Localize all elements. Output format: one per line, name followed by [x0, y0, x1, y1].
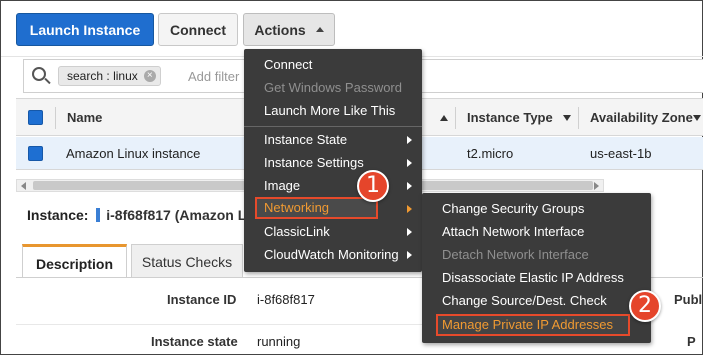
- column-header-instance-type[interactable]: Instance Type: [467, 110, 553, 125]
- field-label-private: P: [687, 334, 696, 349]
- menu-item-cloudwatch-monitoring[interactable]: CloudWatch Monitoring: [244, 244, 422, 266]
- field-value-instance-state: running: [257, 334, 301, 349]
- tab-description[interactable]: Description: [22, 244, 127, 278]
- submenu-item-detach-network-interface: Detach Network Interface: [442, 247, 589, 262]
- menu-item-connect[interactable]: Connect: [244, 54, 422, 76]
- tab-status-checks[interactable]: Status Checks: [131, 244, 243, 278]
- search-icon: [32, 67, 46, 81]
- field-label-instance-id: Instance ID: [167, 292, 237, 307]
- remove-token-icon[interactable]: ×: [143, 70, 156, 82]
- menu-item-networking[interactable]: Networking: [255, 197, 378, 219]
- field-label-public: Publ: [674, 292, 703, 307]
- column-divider: [455, 107, 456, 129]
- menu-item-classiclink[interactable]: ClassicLink: [244, 221, 422, 243]
- chevron-right-icon: [407, 159, 412, 167]
- instance-color-marker: [96, 208, 101, 222]
- menu-item-label: ClassicLink: [264, 224, 330, 239]
- menu-divider: [244, 126, 422, 127]
- token-separator: :: [106, 69, 110, 83]
- launch-instance-button[interactable]: Launch Instance: [16, 13, 154, 46]
- select-all-checkbox[interactable]: [28, 110, 43, 125]
- cell-availability-zone: us-east-1b: [590, 146, 652, 161]
- menu-item-get-windows-password: Get Windows Password: [264, 80, 402, 95]
- chevron-right-icon: [407, 205, 412, 213]
- submenu-item-change-source-dest-check[interactable]: Change Source/Dest. Check: [422, 290, 651, 312]
- column-divider: [55, 107, 56, 129]
- submenu-item-disassociate-elastic-ip[interactable]: Disassociate Elastic IP Address: [422, 267, 651, 289]
- sort-icon[interactable]: [563, 115, 571, 121]
- menu-item-label: CloudWatch Monitoring: [264, 247, 399, 262]
- search-filter-token[interactable]: search : linux ×: [58, 66, 161, 86]
- submenu-item-change-security-groups[interactable]: Change Security Groups: [422, 198, 651, 220]
- column-header-availability-zone[interactable]: Availability Zone: [590, 110, 693, 125]
- chevron-right-icon: [407, 251, 412, 259]
- menu-item-label: Image: [264, 178, 301, 193]
- cell-name: Amazon Linux instance: [66, 146, 201, 161]
- chevron-right-icon: [407, 136, 412, 144]
- actions-menu: Connect Get Windows Password Launch More…: [244, 49, 422, 272]
- actions-label: Actions: [254, 21, 306, 38]
- menu-item-image[interactable]: Image: [244, 175, 422, 197]
- callout-badge-2: 2: [629, 290, 661, 322]
- menu-item-instance-settings[interactable]: Instance Settings: [244, 152, 422, 174]
- instance-id-heading: i-8f68f817 (Amazon L: [106, 207, 247, 223]
- field-value-instance-id: i-8f68f817: [257, 292, 315, 307]
- column-header-name[interactable]: Name: [67, 110, 102, 125]
- networking-submenu: Change Security Groups Attach Network In…: [422, 193, 651, 343]
- instance-label: Instance:: [27, 207, 89, 223]
- column-divider: [578, 107, 579, 129]
- cell-instance-type: t2.micro: [467, 146, 514, 161]
- menu-item-launch-more-like-this[interactable]: Launch More Like This: [244, 100, 422, 122]
- menu-item-label: Instance State: [264, 132, 348, 147]
- field-label-instance-state: Instance state: [151, 334, 238, 349]
- menu-item-instance-state[interactable]: Instance State: [244, 129, 422, 151]
- sort-ascending-icon[interactable]: [440, 115, 448, 121]
- chevron-right-icon: [407, 228, 412, 236]
- token-key: search: [67, 69, 104, 83]
- menu-item-label: Instance Settings: [264, 155, 364, 170]
- callout-badge-1: 1: [357, 170, 389, 202]
- token-value: linux: [113, 69, 138, 83]
- field-divider: [16, 324, 436, 325]
- connect-button[interactable]: Connect: [158, 13, 238, 46]
- sort-icon[interactable]: [693, 115, 701, 121]
- search-input[interactable]: Add filter: [188, 69, 239, 84]
- actions-button[interactable]: Actions: [243, 13, 335, 46]
- row-checkbox[interactable]: [28, 146, 43, 161]
- menu-item-label: Networking: [264, 200, 330, 215]
- submenu-item-manage-private-ip-addresses[interactable]: Manage Private IP Addresses: [436, 314, 630, 336]
- scroll-right-icon[interactable]: [594, 182, 599, 190]
- scroll-left-icon[interactable]: [21, 182, 26, 190]
- caret-up-icon: [315, 27, 324, 32]
- submenu-item-attach-network-interface[interactable]: Attach Network Interface: [422, 221, 651, 243]
- chevron-right-icon: [407, 182, 412, 190]
- instance-heading: Instance: i-8f68f817 (Amazon L: [27, 207, 246, 223]
